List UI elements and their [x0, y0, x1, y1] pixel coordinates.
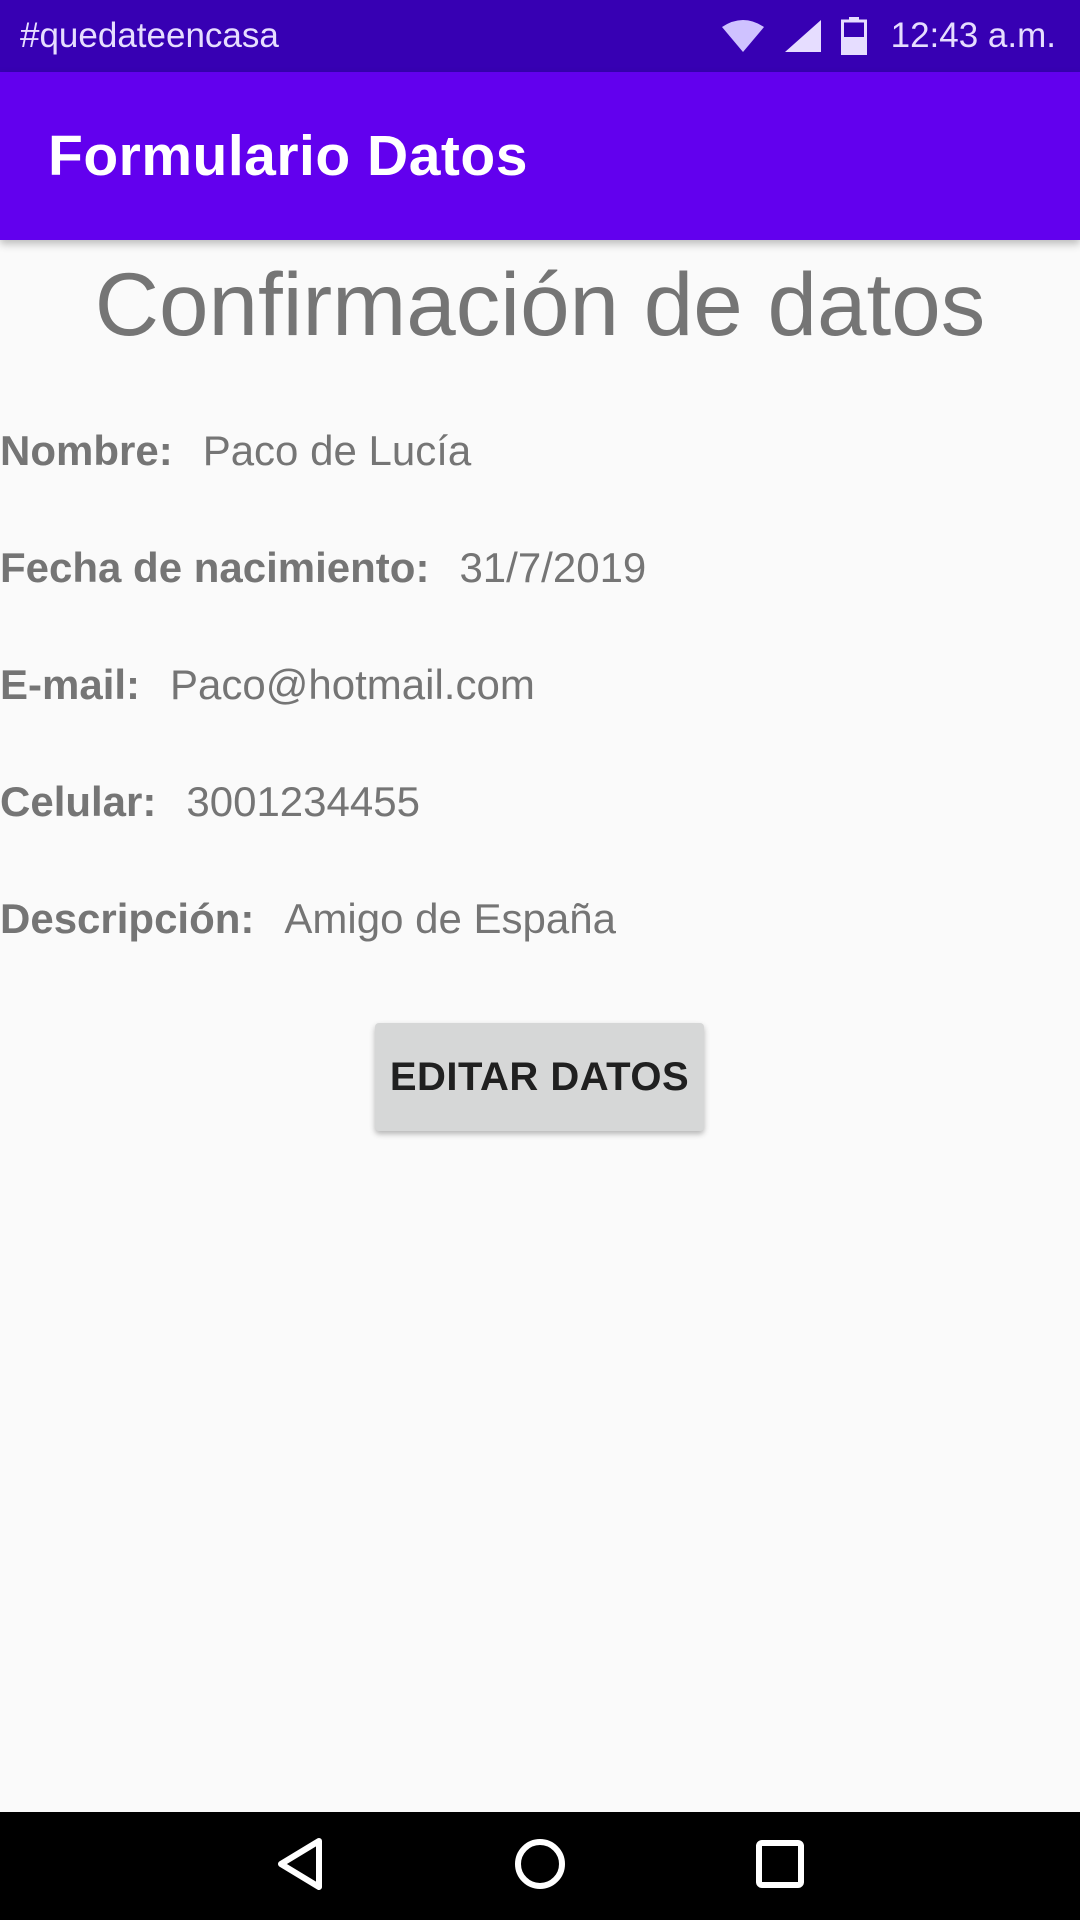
battery-icon — [840, 17, 867, 55]
status-bar: #quedateencasa 12:43 a.m. — [0, 0, 1080, 72]
field-descripcion: Descripción: Amigo de España — [0, 889, 616, 949]
field-label: Fecha de nacimiento: — [0, 544, 430, 591]
field-value: Paco@hotmail.com — [170, 661, 535, 708]
status-time: 12:43 a.m. — [890, 16, 1056, 55]
navigation-bar — [0, 1812, 1080, 1920]
status-left: #quedateencasa — [20, 16, 279, 56]
back-button[interactable] — [240, 1812, 360, 1920]
field-email: E-mail: Paco@hotmail.com — [0, 655, 535, 715]
wifi-icon — [721, 19, 765, 53]
field-label: Celular: — [0, 778, 157, 825]
back-icon — [275, 1837, 325, 1896]
home-button[interactable] — [480, 1812, 600, 1920]
field-label: Nombre: — [0, 427, 173, 474]
field-value: Amigo de España — [284, 895, 616, 942]
screen: #quedateencasa 12:43 a.m. Formulario Dat… — [0, 0, 1080, 1920]
cell-signal-icon — [783, 19, 823, 53]
field-celular: Celular: 3001234455 — [0, 772, 420, 832]
field-fecha-nacimiento: Fecha de nacimiento: 31/7/2019 — [0, 538, 646, 598]
field-value: 3001234455 — [186, 778, 420, 825]
app-bar: Formulario Datos — [0, 72, 1080, 240]
field-nombre: Nombre: Paco de Lucía — [0, 421, 471, 481]
edit-data-button[interactable]: EDITAR DATOS — [375, 1023, 704, 1131]
notification-text: #quedateencasa — [20, 16, 279, 55]
recents-button[interactable] — [720, 1812, 840, 1920]
home-icon — [512, 1836, 568, 1897]
page-title: Confirmación de datos — [94, 254, 986, 354]
app-title: Formulario Datos — [48, 124, 528, 188]
field-value: Paco de Lucía — [202, 427, 472, 474]
field-label: E-mail: — [0, 661, 141, 708]
field-label: Descripción: — [0, 895, 255, 942]
field-value: 31/7/2019 — [459, 544, 647, 591]
recents-icon — [754, 1838, 806, 1895]
status-right: 12:43 a.m. — [721, 16, 1056, 56]
